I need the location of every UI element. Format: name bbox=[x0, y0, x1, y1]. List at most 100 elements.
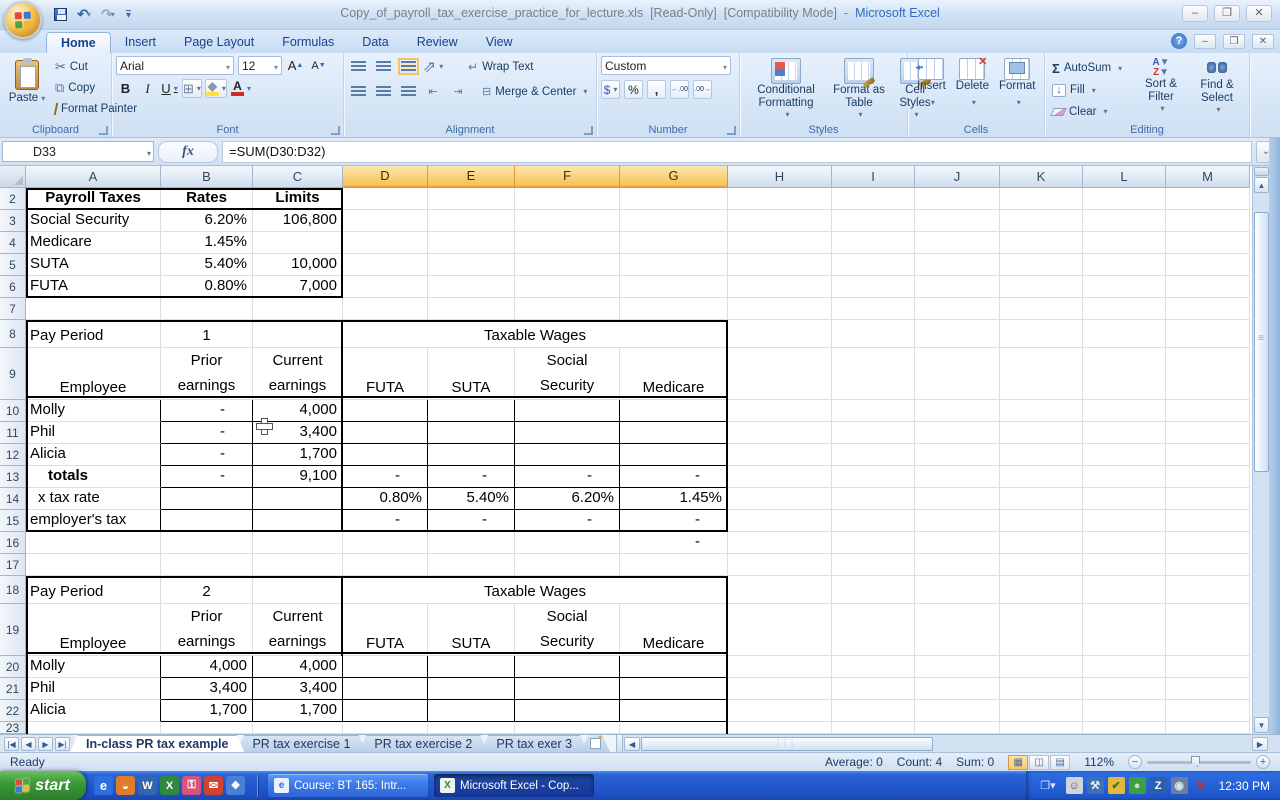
first-sheet-icon[interactable]: |◀ bbox=[4, 737, 19, 751]
row-header-18[interactable]: 18 bbox=[0, 576, 26, 604]
cell-L18[interactable] bbox=[1083, 576, 1166, 604]
borders-button[interactable]: ⊞ bbox=[182, 79, 202, 98]
merge-center-button[interactable]: ⊟Merge & Center bbox=[479, 81, 590, 102]
cell-A21[interactable]: Phil bbox=[26, 678, 161, 700]
zoom-out-icon[interactable]: − bbox=[1128, 755, 1142, 769]
cell-H14[interactable] bbox=[728, 488, 832, 510]
cell-D22[interactable] bbox=[343, 700, 428, 722]
cell-D12[interactable] bbox=[343, 444, 428, 466]
row-header-5[interactable]: 5 bbox=[0, 254, 26, 276]
column-header-K[interactable]: K bbox=[1000, 166, 1083, 188]
cell-H10[interactable] bbox=[728, 400, 832, 422]
cell-D5[interactable] bbox=[343, 254, 428, 276]
column-header-E[interactable]: E bbox=[428, 166, 515, 188]
cell-K9[interactable] bbox=[1000, 348, 1083, 400]
tab-review[interactable]: Review bbox=[403, 32, 472, 53]
start-button[interactable]: start bbox=[0, 771, 86, 800]
cell-H11[interactable] bbox=[728, 422, 832, 444]
sheet-tab-pr-tax-exercise-1[interactable]: PR tax exercise 1 bbox=[236, 735, 366, 752]
cell-F6[interactable] bbox=[515, 276, 620, 298]
row-header-19[interactable]: 19 bbox=[0, 604, 26, 656]
cell-H17[interactable] bbox=[728, 554, 832, 576]
horizontal-scrollbar[interactable]: ◀ ▶ bbox=[623, 735, 1280, 752]
cell-H5[interactable] bbox=[728, 254, 832, 276]
sort-filter-button[interactable]: A▼Z▼ Sort & Filter bbox=[1133, 56, 1189, 122]
cell-D20[interactable] bbox=[343, 656, 428, 678]
cell-C12[interactable]: 1,700 bbox=[253, 444, 343, 466]
align-center-button[interactable] bbox=[373, 82, 393, 101]
cell-B11[interactable]: - bbox=[161, 422, 253, 444]
zoom-level[interactable]: 112% bbox=[1084, 755, 1114, 769]
cell-K13[interactable] bbox=[1000, 466, 1083, 488]
cell-G11[interactable] bbox=[620, 422, 728, 444]
taskbar-window-browser[interactable]: eCourse: BT 165: Intr... bbox=[268, 774, 428, 797]
cell-G3[interactable] bbox=[620, 210, 728, 232]
cell-D19[interactable]: FUTA bbox=[343, 604, 428, 656]
cell-C11[interactable]: 3,400 bbox=[253, 422, 343, 444]
tray-shield-icon[interactable]: ✔ bbox=[1108, 777, 1125, 794]
cell-F19[interactable]: Social Security bbox=[515, 604, 620, 656]
cell-C19[interactable]: Current earnings bbox=[253, 604, 343, 656]
cell-J20[interactable] bbox=[915, 656, 1000, 678]
cell-A8[interactable]: Pay Period bbox=[26, 320, 161, 348]
cell-M6[interactable] bbox=[1166, 276, 1250, 298]
cell-D21[interactable] bbox=[343, 678, 428, 700]
cut-button[interactable]: ✂Cut bbox=[52, 56, 107, 77]
cell-F15[interactable]: - bbox=[515, 510, 620, 532]
cell-F11[interactable] bbox=[515, 422, 620, 444]
cell-G19[interactable]: Medicare bbox=[620, 604, 728, 656]
sheet-tab-pr-tax-exer-3[interactable]: PR tax exer 3 bbox=[480, 735, 588, 752]
scroll-right-icon[interactable]: ▶ bbox=[1252, 737, 1268, 751]
comma-style-button[interactable]: , bbox=[647, 80, 666, 99]
cell-H18[interactable] bbox=[728, 576, 832, 604]
row-header-4[interactable]: 4 bbox=[0, 232, 26, 254]
cell-M17[interactable] bbox=[1166, 554, 1250, 576]
cell-F23[interactable] bbox=[515, 722, 620, 734]
cell-K2[interactable] bbox=[1000, 188, 1083, 210]
cell-M4[interactable] bbox=[1166, 232, 1250, 254]
cell-G7[interactable] bbox=[620, 298, 728, 320]
cell-K23[interactable] bbox=[1000, 722, 1083, 734]
cell-H6[interactable] bbox=[728, 276, 832, 298]
cell-J10[interactable] bbox=[915, 400, 1000, 422]
number-dialog-launcher-icon[interactable] bbox=[727, 126, 736, 135]
cell-K15[interactable] bbox=[1000, 510, 1083, 532]
cell-G21[interactable] bbox=[620, 678, 728, 700]
cell-G13[interactable]: - bbox=[620, 466, 728, 488]
cell-E3[interactable] bbox=[428, 210, 515, 232]
cell-B10[interactable]: - bbox=[161, 400, 253, 422]
cell-E9[interactable]: SUTA bbox=[428, 348, 515, 400]
cell-B8[interactable]: 1 bbox=[161, 320, 253, 348]
cell-G17[interactable] bbox=[620, 554, 728, 576]
row-header-12[interactable]: 12 bbox=[0, 444, 26, 466]
cell-I21[interactable] bbox=[832, 678, 915, 700]
cell-E11[interactable] bbox=[428, 422, 515, 444]
cell-G16[interactable]: - bbox=[620, 532, 728, 554]
cell-L23[interactable] bbox=[1083, 722, 1166, 734]
cell-E19[interactable]: SUTA bbox=[428, 604, 515, 656]
underline-button[interactable]: U bbox=[160, 79, 179, 98]
cell-B21[interactable]: 3,400 bbox=[161, 678, 253, 700]
cell-A10[interactable]: Molly bbox=[26, 400, 161, 422]
cell-I5[interactable] bbox=[832, 254, 915, 276]
cell-I7[interactable] bbox=[832, 298, 915, 320]
cell-I16[interactable] bbox=[832, 532, 915, 554]
cell-I22[interactable] bbox=[832, 700, 915, 722]
cell-D4[interactable] bbox=[343, 232, 428, 254]
cell-M12[interactable] bbox=[1166, 444, 1250, 466]
cell-H23[interactable] bbox=[728, 722, 832, 734]
firefox-icon[interactable]: ◒ bbox=[116, 776, 135, 795]
increase-indent-button[interactable]: ⇥ bbox=[448, 82, 468, 101]
cell-B13[interactable]: - bbox=[161, 466, 253, 488]
cell-B6[interactable]: 0.80% bbox=[161, 276, 253, 298]
cell-E20[interactable] bbox=[428, 656, 515, 678]
cell-J5[interactable] bbox=[915, 254, 1000, 276]
cell-C21[interactable]: 3,400 bbox=[253, 678, 343, 700]
cell-E23[interactable] bbox=[428, 722, 515, 734]
cell-I23[interactable] bbox=[832, 722, 915, 734]
cell-F12[interactable] bbox=[515, 444, 620, 466]
scroll-down-icon[interactable]: ▼ bbox=[1254, 717, 1269, 733]
column-header-C[interactable]: C bbox=[253, 166, 343, 188]
cell-G9[interactable]: Medicare bbox=[620, 348, 728, 400]
cell-A20[interactable]: Molly bbox=[26, 656, 161, 678]
